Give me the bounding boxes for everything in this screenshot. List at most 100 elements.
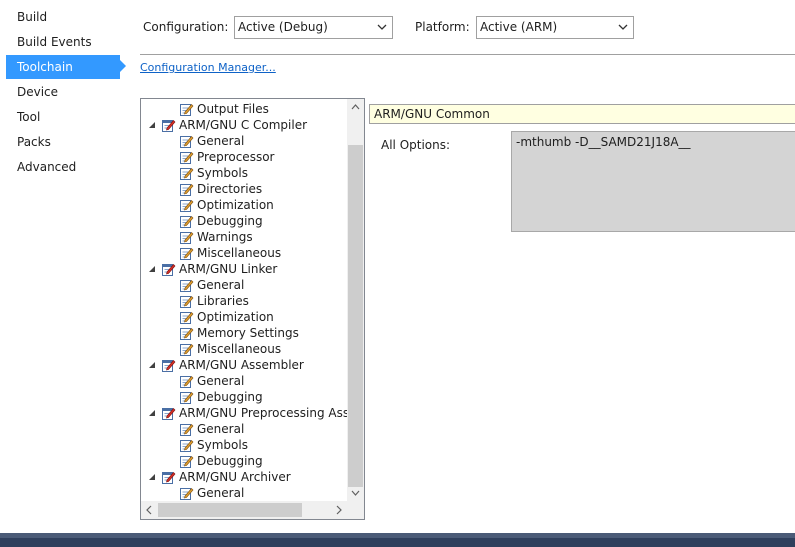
tree-item[interactable]: Symbols — [179, 165, 248, 181]
tree-horizontal-scrollbar[interactable] — [141, 501, 347, 519]
property-page-icon — [180, 391, 194, 404]
property-page-icon — [180, 279, 194, 292]
tree-item[interactable]: General — [179, 133, 244, 149]
expanded-triangle-icon[interactable] — [147, 264, 157, 274]
property-page-icon — [180, 343, 194, 356]
tree-item[interactable]: Debugging — [179, 453, 263, 469]
tree-item-label: Symbols — [197, 438, 248, 452]
tree-item[interactable]: Output Files — [179, 101, 269, 117]
tree-item-label: ARM/GNU Archiver — [179, 470, 291, 484]
tree-item-label: Miscellaneous — [197, 342, 282, 356]
all-options-value: -mthumb -D__SAMD21J18A__ — [516, 135, 691, 149]
tool-settings-icon — [162, 471, 176, 484]
tree-item-label: General — [197, 486, 245, 500]
nav-item-tool[interactable]: Tool — [6, 105, 120, 129]
tree-item[interactable]: Symbols — [179, 437, 248, 453]
expanded-triangle-icon[interactable] — [147, 472, 157, 482]
vertical-scroll-thumb[interactable] — [348, 145, 363, 487]
configuration-manager-link[interactable]: Configuration Manager... — [140, 61, 276, 75]
scroll-down-icon[interactable] — [347, 485, 364, 501]
tree-item-label: ARM/GNU Preprocessing Assembler — [179, 406, 347, 420]
property-page-icon — [180, 103, 194, 116]
expanded-triangle-icon[interactable] — [147, 360, 157, 370]
configuration-value: Active (Debug) — [238, 20, 328, 34]
tree-item-label: Libraries — [197, 294, 249, 308]
tool-settings-icon — [162, 263, 176, 276]
tree-item[interactable]: Optimization — [179, 309, 274, 325]
nav-item-advanced[interactable]: Advanced — [6, 155, 120, 179]
platform-select[interactable]: Active (ARM) — [476, 16, 634, 39]
property-page-icon — [180, 295, 194, 308]
scroll-up-icon[interactable] — [347, 99, 364, 115]
chevron-down-icon — [618, 24, 628, 30]
nav-item-packs[interactable]: Packs — [6, 130, 120, 154]
tree-item[interactable]: General — [179, 485, 244, 501]
tree-item[interactable]: Miscellaneous — [179, 341, 281, 357]
section-header: ARM/GNU Common — [369, 104, 795, 124]
tree-item-label: General — [197, 374, 245, 388]
tool-settings-icon — [162, 359, 176, 372]
property-page-icon — [180, 439, 194, 452]
property-page-icon — [180, 455, 194, 468]
property-page-icon — [180, 151, 194, 164]
section-title: ARM/GNU Common — [374, 107, 490, 121]
nav-item-build-events[interactable]: Build Events — [6, 30, 120, 54]
expanded-triangle-icon[interactable] — [147, 408, 157, 418]
nav-item-device[interactable]: Device — [6, 80, 120, 104]
tree-item[interactable]: Preprocessor — [179, 149, 274, 165]
scroll-left-icon[interactable] — [141, 501, 158, 519]
horizontal-scroll-thumb[interactable] — [158, 503, 302, 517]
tree-item-label: Directories — [197, 182, 263, 196]
tree-item-label: Memory Settings — [197, 326, 299, 340]
scrollbar-corner — [347, 501, 364, 519]
property-page-icon — [180, 135, 194, 148]
toolchain-tree[interactable]: Output Files ARM/GNU C Compiler General Pre… — [140, 98, 365, 520]
property-page-icon — [180, 247, 194, 260]
tree-item-label: ARM/GNU Linker — [179, 262, 278, 276]
tree-item-label: Preprocessor — [197, 150, 275, 164]
tree-item[interactable]: Warnings — [179, 229, 253, 245]
nav-item-build[interactable]: Build — [6, 5, 120, 29]
configuration-select[interactable]: Active (Debug) — [234, 16, 393, 39]
tree-item-label: General — [197, 278, 245, 292]
tree-item-label: Optimization — [197, 310, 274, 324]
tree-item-label: General — [197, 134, 245, 148]
tree-vertical-scrollbar[interactable] — [347, 99, 364, 501]
tree-item-label: Debugging — [197, 454, 263, 468]
tree-item[interactable]: Miscellaneous — [179, 245, 281, 261]
tree-item[interactable]: General — [179, 421, 244, 437]
nav-item-toolchain[interactable]: Toolchain — [6, 55, 120, 79]
toolbar-divider — [140, 54, 795, 55]
tree-item[interactable]: Optimization — [179, 197, 274, 213]
tree-item[interactable]: Debugging — [179, 213, 263, 229]
tree-group[interactable]: ARM/GNU Archiver — [147, 469, 291, 485]
tool-settings-icon — [162, 407, 176, 420]
tree-item[interactable]: General — [179, 277, 244, 293]
tree-group[interactable]: ARM/GNU Linker — [147, 261, 277, 277]
property-nav: Build Build Events Toolchain Device Tool… — [0, 0, 130, 530]
tree-item-label: ARM/GNU Assembler — [179, 358, 304, 372]
tree-item[interactable]: Memory Settings — [179, 325, 299, 341]
tree-group[interactable]: ARM/GNU Preprocessing Assembler — [147, 405, 347, 421]
configuration-label: Configuration: — [143, 20, 229, 34]
tree-item[interactable]: Directories — [179, 181, 262, 197]
expanded-triangle-icon[interactable] — [147, 120, 157, 130]
property-page-icon — [180, 423, 194, 436]
platform-label: Platform: — [415, 20, 470, 34]
tool-settings-icon — [162, 119, 176, 132]
tree-viewport: Output Files ARM/GNU C Compiler General Pre… — [141, 99, 347, 501]
tree-group[interactable]: ARM/GNU C Compiler — [147, 117, 307, 133]
property-page-icon — [180, 375, 194, 388]
tree-item[interactable]: General — [179, 373, 244, 389]
tree-group[interactable]: ARM/GNU Assembler — [147, 357, 304, 373]
tree-item-label: Debugging — [197, 214, 263, 228]
tree-item[interactable]: Libraries — [179, 293, 249, 309]
property-page-icon — [180, 231, 194, 244]
property-page-icon — [180, 327, 194, 340]
tree-item-label: Optimization — [197, 198, 274, 212]
tree-item[interactable]: Debugging — [179, 389, 263, 405]
taskbar-strip — [0, 533, 795, 547]
all-options-field[interactable]: -mthumb -D__SAMD21J18A__ — [511, 131, 795, 232]
platform-value: Active (ARM) — [480, 20, 558, 34]
scroll-right-icon[interactable] — [330, 501, 347, 519]
